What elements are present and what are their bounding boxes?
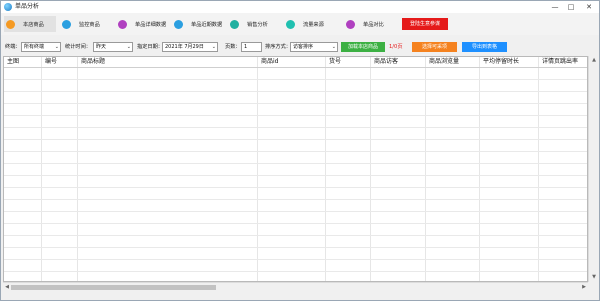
row-divider	[4, 139, 587, 140]
header-divider	[4, 67, 587, 68]
recent-icon	[174, 19, 183, 29]
row-divider	[4, 247, 587, 248]
tab-label: 单品详细数据	[135, 21, 167, 28]
vertical-scrollbar[interactable]: ▲ ▼	[588, 56, 598, 282]
pages-input[interactable]: 1	[241, 42, 262, 52]
minimize-icon[interactable]: —	[547, 1, 563, 13]
app-window: 单品分析 — □ ✕ 本店商品 监控商品 单品详细数据 单品近期数据 销售分析 …	[0, 0, 600, 301]
tab-label: 销售分析	[247, 21, 268, 28]
sort-label: 排序方式：	[265, 44, 291, 50]
scrollbar-thumb[interactable]	[11, 285, 216, 290]
tab-label: 单品近期数据	[191, 21, 223, 28]
tab-item-compare[interactable]: 单品对比	[346, 16, 398, 32]
column-header-sku[interactable]: 货号	[326, 57, 341, 67]
row-divider	[4, 163, 587, 164]
column-header-pageviews[interactable]: 商品浏览量	[426, 57, 459, 67]
load-store-products-button[interactable]: 加载本店商品	[341, 42, 385, 52]
column-header-item-id[interactable]: 商品id	[258, 57, 278, 67]
tab-monitor-products[interactable]: 监控商品	[62, 16, 114, 32]
tab-traffic-source[interactable]: 流量来源	[286, 16, 338, 32]
date-picker[interactable]: 2021年 7月29日 ⌄	[162, 42, 218, 52]
sales-icon	[230, 19, 239, 29]
chevron-down-icon: ⌄	[126, 44, 131, 50]
terminal-value: 所有终端	[24, 44, 45, 50]
scroll-down-icon[interactable]: ▼	[589, 273, 599, 282]
row-divider	[4, 235, 587, 236]
monitor-icon	[62, 19, 71, 29]
row-divider	[4, 79, 587, 80]
traffic-icon	[286, 19, 295, 29]
date-label: 指定日期：	[137, 44, 163, 50]
period-select[interactable]: 昨天 ⌄	[93, 42, 133, 52]
filter-bar: 终端： 所有终端 ⌄ 统计时间： 昨天 ⌄ 指定日期： 2021年 7月29日 …	[1, 41, 599, 55]
column-header-avg-stay[interactable]: 平均停留时长	[480, 57, 519, 67]
tab-label: 监控商品	[79, 21, 100, 28]
sort-value: 访客排序	[293, 44, 314, 50]
scroll-up-icon[interactable]: ▲	[589, 56, 599, 65]
row-divider	[4, 127, 587, 128]
tab-bar: 本店商品 监控商品 单品详细数据 单品近期数据 销售分析 流量来源 单品对比 登…	[1, 13, 599, 35]
scroll-right-icon[interactable]: ▶	[580, 283, 588, 292]
row-divider	[4, 91, 587, 92]
chevron-down-icon: ⌄	[54, 44, 59, 50]
row-divider	[4, 271, 587, 272]
row-divider	[4, 151, 587, 152]
window-title: 单品分析	[15, 3, 40, 10]
scrollbar-corner	[588, 282, 598, 291]
chevron-down-icon: ⌄	[331, 44, 336, 50]
detail-icon	[118, 19, 127, 29]
login-button[interactable]: 登陆生意参谋	[402, 18, 448, 30]
row-divider	[4, 175, 587, 176]
compare-icon	[346, 19, 355, 29]
export-table-button[interactable]: 导出到表格	[462, 42, 507, 52]
scroll-left-icon[interactable]: ◀	[3, 283, 11, 292]
row-divider	[4, 223, 587, 224]
close-icon[interactable]: ✕	[581, 1, 597, 13]
row-divider	[4, 187, 587, 188]
row-divider	[4, 115, 587, 116]
period-value: 昨天	[96, 44, 107, 50]
column-header-number[interactable]: 编号	[42, 57, 57, 67]
tab-label: 流量来源	[303, 21, 324, 28]
horizontal-scrollbar[interactable]: ◀ ▶	[3, 282, 588, 291]
pages-label: 页数：	[225, 44, 241, 50]
tab-item-detail[interactable]: 单品详细数据	[118, 16, 176, 32]
data-table[interactable]: 主图 编号 商品标题 商品id 货号 商品访客 商品浏览量 平均停留时长 详情页…	[3, 56, 588, 282]
column-header-bounce-rate[interactable]: 详情页跳出率	[539, 57, 578, 67]
row-divider	[4, 259, 587, 260]
tab-sales-analysis[interactable]: 销售分析	[230, 16, 282, 32]
app-logo-icon	[4, 3, 12, 11]
store-icon	[6, 19, 15, 29]
date-value: 2021年 7月29日	[165, 44, 204, 50]
tab-store-products[interactable]: 本店商品	[4, 16, 56, 32]
tab-label: 单品对比	[363, 21, 384, 28]
title-bar: 单品分析 — □ ✕	[1, 1, 599, 13]
period-label: 统计时间：	[65, 44, 91, 50]
row-divider	[4, 199, 587, 200]
page-count: 1/0页	[389, 44, 403, 50]
terminal-label: 终端：	[5, 44, 21, 50]
tab-item-recent[interactable]: 单品近期数据	[174, 16, 232, 32]
row-divider	[4, 103, 587, 104]
maximize-icon[interactable]: □	[563, 1, 579, 13]
calendar-dropdown-icon: ⌄	[211, 44, 216, 50]
column-header-main-image[interactable]: 主图	[4, 57, 19, 67]
column-header-visitors[interactable]: 商品访客	[371, 57, 398, 67]
sort-select[interactable]: 访客排序 ⌄	[290, 42, 338, 52]
tab-label: 本店商品	[23, 21, 44, 28]
terminal-select[interactable]: 所有终端 ⌄	[21, 42, 61, 52]
select-fields-button[interactable]: 选择可采项	[412, 42, 457, 52]
column-header-title[interactable]: 商品标题	[78, 57, 105, 67]
row-divider	[4, 211, 587, 212]
